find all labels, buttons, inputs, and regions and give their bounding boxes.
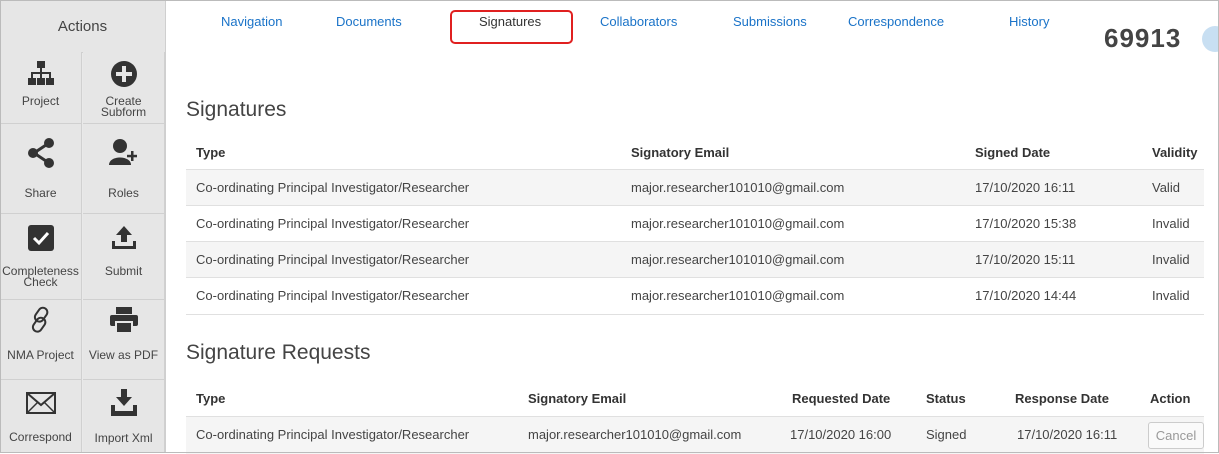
col-req-type: Type [196, 391, 226, 406]
submit-button[interactable]: Submit [83, 214, 165, 300]
tab-history[interactable]: History [1009, 14, 1049, 29]
share-label: Share [24, 186, 57, 200]
signature-requests-title: Signature Requests [186, 341, 371, 364]
tab-correspondence[interactable]: Correspondence [848, 14, 944, 29]
col-req-email: Signatory Email [528, 391, 627, 406]
table-row: Co-ordinating Principal Investigator/Res… [186, 416, 1204, 454]
col-email: Signatory Email [631, 145, 730, 160]
import-xml-button[interactable]: Import Xml [83, 380, 165, 453]
table-row: Co-ordinating Principal Investigator/Res… [186, 241, 1204, 278]
cell-date: 17/10/2020 15:38 [975, 216, 1077, 231]
upload-icon [83, 224, 164, 254]
cell-type: Co-ordinating Principal Investigator/Res… [196, 252, 470, 267]
tab-bar: Navigation Documents Signatures Collabor… [166, 0, 1219, 48]
tab-submissions[interactable]: Submissions [733, 14, 807, 29]
cell-email: major.researcher101010@gmail.com [631, 180, 845, 195]
completeness-check-button[interactable]: Completeness Check [0, 214, 82, 300]
correspond-label: Correspond [9, 430, 72, 444]
share-button[interactable]: Share [0, 124, 82, 214]
actions-sidebar: Actions Project Create Subform Share Rol… [0, 0, 166, 453]
cell-date: 17/10/2020 14:44 [975, 288, 1077, 303]
table-row: Co-ordinating Principal Investigator/Res… [186, 169, 1204, 206]
view-as-pdf-button[interactable]: View as PDF [83, 300, 165, 380]
print-icon [83, 306, 164, 336]
user-plus-icon [83, 138, 164, 168]
cell-requested-date: 17/10/2020 16:00 [790, 427, 892, 442]
cell-email: major.researcher101010@gmail.com [631, 216, 845, 231]
active-tab-highlight [450, 10, 573, 44]
cell-date: 17/10/2020 16:11 [975, 180, 1076, 195]
help-icon[interactable] [1202, 26, 1219, 52]
roles-label: Roles [108, 186, 139, 200]
create-subform-button[interactable]: Create Subform [83, 52, 165, 124]
roles-button[interactable]: Roles [83, 124, 165, 214]
cell-email: major.researcher101010@gmail.com [528, 427, 742, 442]
col-action: Action [1150, 391, 1191, 406]
import-xml-label: Import Xml [94, 431, 153, 445]
nma-project-button[interactable]: NMA Project [0, 300, 82, 380]
completeness-check-label: Completeness Check [2, 264, 79, 289]
envelope-icon [0, 392, 81, 422]
cell-date: 17/10/2020 15:11 [975, 252, 1076, 267]
table-row: Co-ordinating Principal Investigator/Res… [186, 205, 1204, 242]
tab-navigation[interactable]: Navigation [221, 14, 282, 29]
sidebar-title: Actions [0, 0, 165, 53]
cancel-button[interactable]: Cancel [1148, 422, 1204, 449]
check-square-icon [0, 224, 81, 254]
download-tray-icon [83, 388, 164, 418]
share-icon [0, 138, 81, 168]
tab-documents[interactable]: Documents [336, 14, 402, 29]
create-subform-label: Create Subform [100, 94, 147, 119]
col-validity: Validity [1152, 145, 1198, 160]
col-signed-date: Signed Date [975, 145, 1051, 160]
project-button[interactable]: Project [0, 52, 82, 124]
signatures-title: Signatures [186, 98, 287, 121]
view-as-pdf-label: View as PDF [88, 348, 159, 362]
cell-type: Co-ordinating Principal Investigator/Res… [196, 216, 470, 231]
cell-validity: Invalid [1152, 252, 1190, 267]
cell-response-date: 17/10/2020 16:11 [1017, 427, 1118, 442]
submit-label: Submit [104, 264, 143, 278]
nma-project-label: NMA Project [7, 348, 74, 362]
correspond-button[interactable]: Correspond [0, 380, 82, 453]
cell-status: Signed [926, 427, 967, 442]
col-status: Status [926, 391, 966, 406]
record-id: 69913 [1104, 23, 1182, 53]
col-response-date: Response Date [1015, 391, 1109, 406]
cell-validity: Invalid [1152, 288, 1190, 303]
link-icon [0, 306, 81, 336]
cell-type: Co-ordinating Principal Investigator/Res… [196, 427, 470, 442]
sitemap-icon [0, 60, 81, 90]
cell-type: Co-ordinating Principal Investigator/Res… [196, 288, 470, 303]
plus-circle-icon [83, 60, 164, 90]
cell-email: major.researcher101010@gmail.com [631, 288, 845, 303]
cell-email: major.researcher101010@gmail.com [631, 252, 845, 267]
cell-type: Co-ordinating Principal Investigator/Res… [196, 180, 470, 195]
cell-validity: Valid [1152, 180, 1180, 195]
project-label: Project [21, 94, 60, 108]
table-row: Co-ordinating Principal Investigator/Res… [186, 277, 1204, 315]
tab-collaborators[interactable]: Collaborators [600, 14, 677, 29]
col-requested-date: Requested Date [792, 391, 891, 406]
cell-validity: Invalid [1152, 216, 1190, 231]
col-type: Type [196, 145, 226, 160]
